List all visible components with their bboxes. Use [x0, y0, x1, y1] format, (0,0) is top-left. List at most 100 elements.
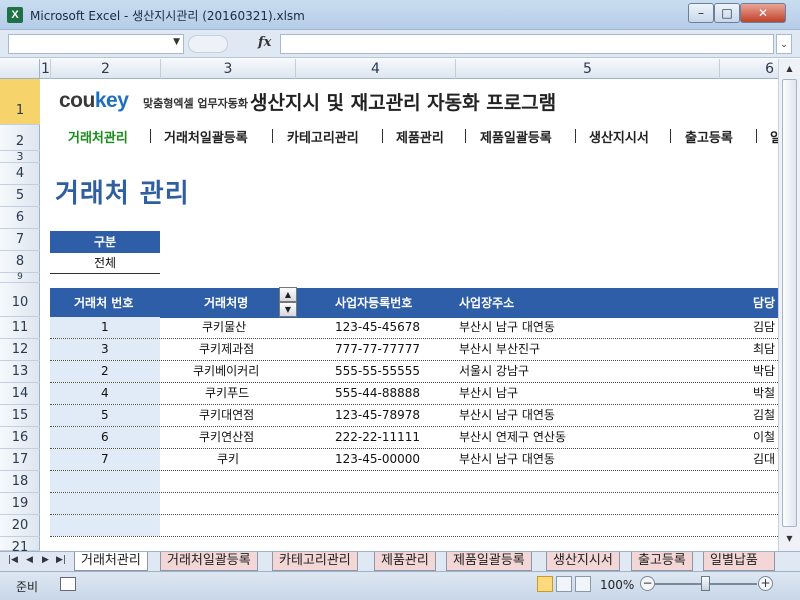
table-row[interactable]: 6 쿠키연산점 222-22-11111 부산시 연제구 연산동 이철 — [50, 427, 778, 449]
minimize-button[interactable]: – — [688, 3, 714, 23]
zoom-in-icon[interactable]: + — [758, 576, 773, 591]
sheet-tab-client-management[interactable]: 거래처관리 — [74, 552, 148, 571]
cell-name[interactable]: 쿠키대연점 — [199, 405, 254, 426]
cell-name[interactable]: 쿠키물산 — [202, 317, 246, 338]
table-row[interactable] — [50, 515, 778, 537]
expand-formula-bar-button[interactable]: ⌄ — [776, 34, 792, 54]
cell-address[interactable]: 부산시 남구 대연동 — [459, 449, 555, 470]
sheet-tab-product-management[interactable]: 제품관리 — [374, 552, 436, 571]
sheet-tab-shipment-register[interactable]: 출고등록 — [631, 552, 693, 571]
cell-address[interactable]: 서울시 강남구 — [459, 361, 529, 382]
row-header[interactable]: 15 — [0, 405, 40, 427]
row-header[interactable]: 7 — [0, 229, 40, 251]
table-row[interactable] — [50, 493, 778, 515]
row-header[interactable]: 12 — [0, 339, 40, 361]
sheet-tab-production-order[interactable]: 생산지시서 — [546, 552, 620, 571]
row-header[interactable]: 8 — [0, 251, 40, 273]
menu-item-shipment-register[interactable]: 출고등록 — [685, 127, 733, 146]
cell-manager[interactable]: 박담 — [753, 361, 775, 382]
row-header[interactable]: 3 — [0, 151, 40, 163]
insert-function-button[interactable]: fx — [258, 35, 271, 50]
cell-manager[interactable]: 김담 — [753, 317, 775, 338]
cell-name[interactable]: 쿠키푸드 — [205, 383, 249, 404]
menu-item-production-order[interactable]: 생산지시서 — [589, 127, 649, 146]
table-row[interactable]: 5 쿠키대연점 123-45-78978 부산시 남구 대연동 김철 — [50, 405, 778, 427]
cell-number[interactable]: 2 — [101, 361, 109, 382]
column-header[interactable]: 3 — [161, 59, 296, 79]
last-sheet-icon[interactable]: ▶| — [56, 555, 66, 565]
zoom-slider-thumb[interactable] — [701, 576, 710, 591]
table-row[interactable]: 1 쿠키물산 123-45-45678 부산시 남구 대연동 김담 — [50, 317, 778, 339]
cell-business-number[interactable]: 123-45-78978 — [335, 405, 420, 426]
column-header[interactable]: 4 — [296, 59, 456, 79]
row-header[interactable]: 18 — [0, 471, 40, 493]
cell-address[interactable]: 부산시 남구 대연동 — [459, 317, 555, 338]
cell-name[interactable]: 쿠키베이커리 — [193, 361, 259, 382]
menu-item-product-bulk-register[interactable]: 제품일괄등록 — [480, 127, 552, 146]
cell-number[interactable]: 7 — [101, 449, 109, 470]
next-sheet-icon[interactable]: ▶ — [42, 555, 49, 565]
row-header[interactable]: 11 — [0, 317, 40, 339]
cell-address[interactable]: 부산시 연제구 연산동 — [459, 427, 566, 448]
chevron-down-icon[interactable]: ▼ — [173, 37, 180, 47]
column-header[interactable]: 5 — [456, 59, 720, 79]
cell-business-number[interactable]: 555-44-88888 — [335, 383, 420, 404]
cell-business-number[interactable]: 555-55-55555 — [335, 361, 420, 382]
sheet-tab-daily-delivery[interactable]: 일별납품 — [703, 552, 775, 571]
column-client-number[interactable]: 거래처 번호 — [74, 288, 133, 318]
cell-number[interactable]: 6 — [101, 427, 109, 448]
cell-number[interactable]: 1 — [101, 317, 109, 338]
cell-number[interactable]: 4 — [101, 383, 109, 404]
scroll-thumb[interactable] — [782, 79, 797, 527]
cell-number[interactable]: 5 — [101, 405, 109, 426]
row-header[interactable]: 2 — [0, 125, 40, 151]
sheet-tab-client-bulk-register[interactable]: 거래처일괄등록 — [160, 552, 258, 571]
row-header[interactable]: 20 — [0, 515, 40, 537]
table-row[interactable]: 2 쿠키베이커리 555-55-55555 서울시 강남구 박담 — [50, 361, 778, 383]
zoom-level[interactable]: 100% — [600, 578, 634, 592]
column-business-number[interactable]: 사업자등록번호 — [335, 288, 412, 318]
row-header[interactable]: 4 — [0, 163, 40, 185]
cell-address[interactable]: 부산시 남구 대연동 — [459, 405, 555, 426]
menu-item-daily[interactable]: 일 — [770, 127, 778, 146]
cell-manager[interactable]: 김대 — [753, 449, 775, 470]
formula-bar-splitter[interactable] — [188, 35, 228, 53]
table-row[interactable]: 7 쿠키 123-45-00000 부산시 남구 대연동 김대 — [50, 449, 778, 471]
row-header[interactable]: 5 — [0, 185, 40, 207]
table-row[interactable]: 4 쿠키푸드 555-44-88888 부산시 남구 박철 — [50, 383, 778, 405]
menu-item-client-management[interactable]: 거래처관리 — [68, 127, 128, 146]
row-header[interactable]: 14 — [0, 383, 40, 405]
cell-name[interactable]: 쿠키연산점 — [199, 427, 254, 448]
row-header[interactable]: 10 — [0, 283, 40, 317]
sheet-tab-product-bulk-register[interactable]: 제품일괄등록 — [446, 552, 532, 571]
column-manager[interactable]: 담당 — [753, 288, 775, 318]
column-header[interactable]: 6 — [720, 59, 778, 79]
column-header[interactable]: 1 — [41, 59, 51, 79]
name-box[interactable]: ▼ — [8, 34, 184, 54]
formula-input[interactable] — [280, 34, 774, 54]
row-header[interactable]: 13 — [0, 361, 40, 383]
prev-sheet-icon[interactable]: ◀ — [26, 555, 33, 565]
first-sheet-icon[interactable]: |◀ — [8, 555, 18, 565]
sort-spinner[interactable]: ▲ ▼ — [279, 287, 297, 317]
zoom-out-icon[interactable]: − — [640, 576, 655, 591]
maximize-button[interactable]: □ — [714, 3, 740, 23]
cell-address[interactable]: 부산시 부산진구 — [459, 339, 540, 360]
row-header[interactable]: 17 — [0, 449, 40, 471]
sheet-tab-category-management[interactable]: 카테고리관리 — [272, 552, 358, 571]
scroll-up-icon[interactable]: ▲ — [781, 61, 798, 77]
row-header[interactable]: 9 — [0, 273, 40, 283]
cell-business-number[interactable]: 222-22-11111 — [335, 427, 420, 448]
excel-app-icon[interactable]: X — [7, 7, 23, 23]
table-row[interactable] — [50, 471, 778, 493]
menu-item-category-management[interactable]: 카테고리관리 — [287, 127, 359, 146]
select-all-corner[interactable] — [0, 59, 40, 79]
row-header[interactable]: 1 — [0, 79, 40, 125]
cell-address[interactable]: 부산시 남구 — [459, 383, 518, 404]
cell-manager[interactable]: 김철 — [753, 405, 775, 426]
cell-name[interactable]: 쿠키제과점 — [199, 339, 254, 360]
column-header[interactable]: 2 — [51, 59, 161, 79]
cell-name[interactable]: 쿠키 — [217, 449, 239, 470]
menu-item-product-management[interactable]: 제품관리 — [396, 127, 444, 146]
page-layout-view-icon[interactable] — [556, 576, 572, 592]
